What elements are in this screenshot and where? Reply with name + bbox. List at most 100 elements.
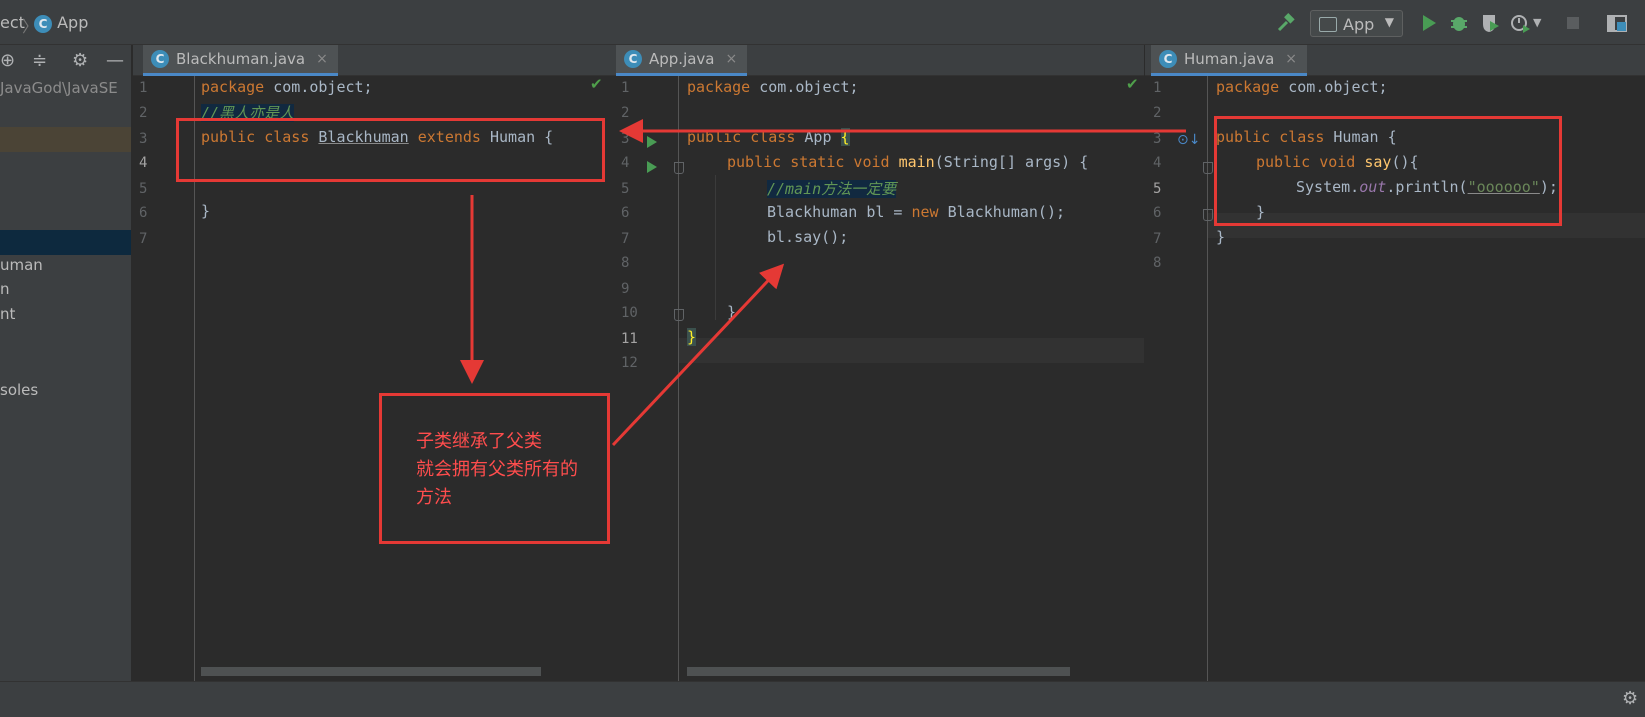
project-structure-icon[interactable] bbox=[1606, 12, 1628, 34]
code-line-1[interactable]: package com.object; bbox=[1216, 78, 1388, 96]
class-icon: C bbox=[34, 15, 52, 33]
tab-bar: C Human.java × bbox=[1145, 45, 1645, 76]
caret-line bbox=[679, 338, 1144, 363]
project-path: JavaGod\JavaSE bbox=[0, 79, 118, 97]
tree-row-focused[interactable] bbox=[0, 230, 131, 255]
tab-human-java[interactable]: C Human.java × bbox=[1151, 45, 1308, 76]
line-number: 7 bbox=[139, 231, 148, 247]
stop-icon[interactable] bbox=[1562, 12, 1584, 34]
run-configuration-label: App bbox=[1343, 15, 1375, 34]
code-line-4[interactable]: public static void main(String[] args) { bbox=[727, 153, 1088, 171]
tree-item[interactable]: soles bbox=[0, 381, 38, 399]
tree-item[interactable]: n bbox=[0, 280, 10, 298]
annotation-text: 子类继承了父类 就会拥有父类所有的 方法 bbox=[416, 431, 578, 508]
line-number: 6 bbox=[139, 205, 148, 221]
settings-icon[interactable]: ⚙ bbox=[1622, 688, 1638, 709]
code-line-11[interactable]: } bbox=[687, 328, 697, 346]
gear-icon[interactable]: ⚙ bbox=[72, 50, 88, 71]
profile-icon[interactable] bbox=[1510, 12, 1532, 34]
line-number: 1 bbox=[1153, 80, 1162, 96]
class-icon: C bbox=[151, 50, 169, 68]
line-number: 9 bbox=[621, 281, 630, 297]
tree-item[interactable]: uman bbox=[0, 256, 43, 274]
code-line-10[interactable]: } bbox=[727, 303, 736, 321]
line-number: 12 bbox=[621, 355, 638, 371]
hammer-icon[interactable] bbox=[1275, 12, 1297, 34]
check-icon: ✔ bbox=[590, 75, 603, 93]
editor-pane-app[interactable]: C App.java × 1 2 3 4 5 6 7 8 9 10 11 12 … bbox=[608, 45, 1144, 681]
annotation-callout: 子类继承了父类 就会拥有父类所有的 方法 bbox=[379, 393, 610, 544]
line-number: 6 bbox=[1153, 205, 1162, 221]
indent-guide bbox=[715, 175, 716, 320]
class-icon: C bbox=[624, 50, 642, 68]
tab-label: App.java bbox=[649, 50, 715, 68]
line-number: 1 bbox=[139, 80, 148, 96]
line-number: 7 bbox=[621, 231, 630, 247]
close-icon[interactable]: × bbox=[1285, 51, 1297, 67]
code-line-1[interactable]: package com.object; bbox=[687, 78, 859, 96]
line-number: 8 bbox=[1153, 255, 1162, 271]
tab-label: Blackhuman.java bbox=[176, 50, 306, 68]
line-number: 4 bbox=[139, 155, 148, 171]
line-number: 5 bbox=[139, 181, 148, 197]
status-bar: ⚙ bbox=[0, 681, 1645, 717]
debug-icon[interactable] bbox=[1448, 12, 1470, 34]
tab-app-java[interactable]: C App.java × bbox=[616, 45, 748, 76]
target-icon[interactable]: ⊕ bbox=[0, 50, 15, 71]
config-icon bbox=[1319, 17, 1337, 32]
collapse-icon[interactable]: ≑ bbox=[32, 50, 47, 71]
breadcrumb-file[interactable]: C App bbox=[34, 13, 88, 33]
project-sidebar: ⊕ ≑ ⚙ — JavaGod\JavaSE uman n nt soles bbox=[0, 45, 132, 681]
horizontal-scrollbar[interactable] bbox=[201, 667, 541, 676]
fold-marker[interactable] bbox=[1203, 209, 1213, 221]
run-gutter-icon[interactable] bbox=[647, 161, 657, 173]
line-number: 4 bbox=[1153, 155, 1162, 171]
tree-item[interactable]: nt bbox=[0, 305, 15, 323]
line-number: 3 bbox=[621, 131, 630, 147]
line-number: 1 bbox=[621, 80, 630, 96]
highlight-box-subclass bbox=[176, 118, 605, 182]
sidebar-toolbar: ⊕ ≑ ⚙ — bbox=[0, 45, 131, 75]
code-line-7[interactable]: bl.say(); bbox=[767, 228, 848, 246]
code-line-5[interactable]: //main方法一定要 bbox=[767, 178, 897, 199]
line-number: 2 bbox=[139, 105, 148, 121]
tab-bar: C Blackhuman.java × bbox=[133, 45, 608, 76]
close-icon[interactable]: × bbox=[726, 51, 738, 67]
highlight-box-parent-method bbox=[1214, 116, 1562, 226]
line-number: 5 bbox=[621, 181, 630, 197]
navigation-toolbar: ect 〉 C App App ▼ ▼ bbox=[0, 0, 1645, 45]
line-number: 3 bbox=[1153, 131, 1162, 147]
horizontal-scrollbar[interactable] bbox=[687, 667, 1070, 676]
check-icon: ✔ bbox=[1126, 75, 1139, 93]
run-icon[interactable] bbox=[1418, 12, 1440, 34]
line-number: 11 bbox=[621, 331, 638, 347]
code-line-1[interactable]: package com.object; bbox=[201, 78, 373, 96]
fold-marker[interactable] bbox=[674, 162, 684, 174]
line-number: 7 bbox=[1153, 231, 1162, 247]
minimize-icon[interactable]: — bbox=[106, 50, 124, 71]
code-line-6[interactable]: } bbox=[201, 202, 210, 220]
breadcrumb-file-label: App bbox=[57, 13, 89, 32]
tab-blackhuman-java[interactable]: C Blackhuman.java × bbox=[143, 45, 338, 76]
line-number: 2 bbox=[1153, 105, 1162, 121]
code-line-6[interactable]: Blackhuman bl = new Blackhuman(); bbox=[767, 203, 1065, 221]
line-number: 6 bbox=[621, 205, 630, 221]
tab-label: Human.java bbox=[1184, 50, 1275, 68]
implemented-icon[interactable]: ⊙↓ bbox=[1177, 132, 1200, 148]
class-icon: C bbox=[1159, 50, 1177, 68]
code-line-3[interactable]: public class App { bbox=[687, 128, 850, 146]
run-configuration-select[interactable]: App ▼ bbox=[1310, 10, 1403, 37]
tree-row-selected[interactable] bbox=[0, 127, 131, 152]
code-line-7[interactable]: } bbox=[1216, 228, 1225, 246]
fold-marker[interactable] bbox=[1203, 162, 1213, 174]
chevron-down-icon: ▼ bbox=[1384, 15, 1394, 29]
coverage-icon[interactable] bbox=[1479, 12, 1501, 34]
line-number: 10 bbox=[621, 305, 638, 321]
line-number: 3 bbox=[139, 131, 148, 147]
line-gutter bbox=[608, 76, 670, 681]
profile-dropdown-icon[interactable]: ▼ bbox=[1533, 16, 1555, 38]
close-icon[interactable]: × bbox=[316, 51, 328, 67]
fold-marker[interactable] bbox=[674, 309, 684, 321]
line-number: 5 bbox=[1153, 181, 1162, 197]
run-gutter-icon[interactable] bbox=[647, 136, 657, 148]
